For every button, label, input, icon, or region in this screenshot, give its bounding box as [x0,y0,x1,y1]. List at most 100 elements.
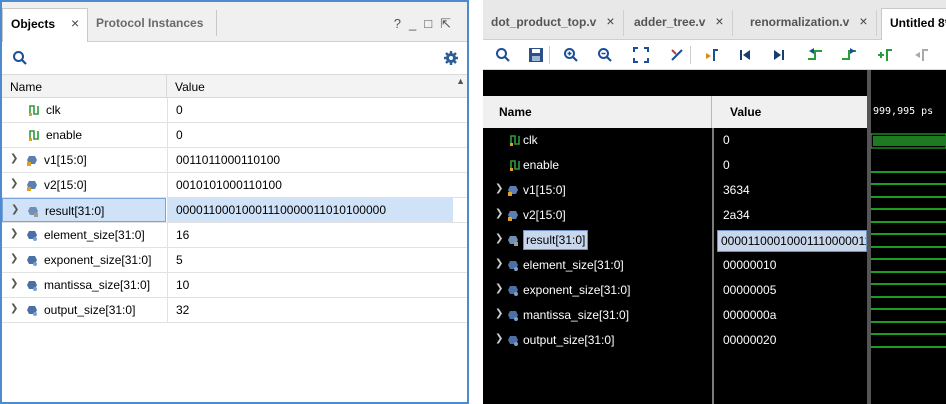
table-row[interactable]: ❯ v1[15:0] 0011011000110100 [2,148,467,173]
help-icon[interactable]: ? [394,16,409,31]
signal-name-cell[interactable]: ❯ exponent_size[31:0] [2,248,166,272]
table-row[interactable]: ❯ exponent_size[31:0] 5 [2,248,467,273]
chevron-right-icon[interactable]: ❯ [10,153,18,164]
column-header-name[interactable]: Name [499,105,532,119]
chevron-right-icon[interactable]: ❯ [495,308,503,319]
signal-value: 00000020 [723,333,777,347]
signal-name: v2[15:0] [44,178,87,192]
signal-name: element_size[31:0] [523,258,624,272]
waveform-row[interactable]: ❯ mantissa_size[31:0] 0000000a [483,303,867,328]
table-row[interactable]: ❯ v2[15:0] 0010101000110100 [2,173,467,198]
next-transition-icon[interactable] [839,45,859,65]
signal-value: 0010101000110100 [167,173,453,197]
column-header-value[interactable]: Value [730,105,761,119]
waveform-traces[interactable] [871,128,946,404]
maximize-icon[interactable]: □ [424,16,440,31]
signal-name-cell[interactable]: enable [2,123,166,147]
zoom-fit-icon[interactable] [631,45,651,65]
zoom-in-icon[interactable] [561,45,581,65]
waveform-row[interactable]: ❯ exponent_size[31:0] 00000005 [483,278,867,303]
panel-controls: ?_□⇱ [394,16,459,32]
signal-name-cell[interactable]: ❯ mantissa_size[31:0] [2,273,166,297]
waveform-row[interactable]: ❯ v2[15:0] 2a34 [483,203,867,228]
tab-dot-product-top[interactable]: dot_product_top.v × [483,10,624,36]
table-row[interactable]: ❯ output_size[31:0] 32 [2,298,467,323]
chevron-right-icon[interactable]: ❯ [495,208,503,219]
waveform-canvas[interactable]: Name Value 999,995 ps clk 0 enable 0 ❯ v1[15:… [483,70,946,404]
chevron-right-icon[interactable]: ❯ [495,333,503,344]
signal-value: 0000000a [723,308,777,322]
chevron-right-icon[interactable]: ❯ [11,204,19,215]
chevron-right-icon[interactable]: ❯ [10,303,18,314]
gear-icon[interactable] [441,48,461,68]
signal-name-cell[interactable]: ❯ element_size[31:0] [2,223,166,247]
go-to-end-icon[interactable] [769,45,789,65]
close-icon[interactable]: × [715,13,723,29]
table-row[interactable]: ❯ element_size[31:0] 16 [2,223,467,248]
close-icon[interactable]: × [859,13,867,29]
signal-name-cell[interactable]: ❯ v1[15:0] [2,148,166,172]
minimize-icon[interactable]: _ [409,16,424,31]
bus-signal-icon [507,184,519,196]
close-icon[interactable]: × [71,15,79,31]
chevron-right-icon[interactable]: ❯ [10,228,18,239]
bit-signal-icon [28,129,40,141]
tab-dot-product-top-label: dot_product_top.v [491,15,597,29]
save-icon[interactable] [526,45,546,65]
previous-marker-icon[interactable] [911,45,931,65]
tab-renormalization[interactable]: renormalization.v × [742,10,877,36]
column-header-value[interactable]: Value [175,80,205,94]
column-header-name[interactable]: Name [10,80,42,94]
add-marker-icon[interactable] [875,45,895,65]
search-icon[interactable] [10,48,30,68]
table-row[interactable]: ❯ mantissa_size[31:0] 10 [2,273,467,298]
chevron-right-icon[interactable]: ❯ [495,183,503,194]
tab-protocol-instances[interactable]: Protocol Instances [88,10,211,38]
tab-divider [216,10,217,36]
waveform-row[interactable]: enable 0 [483,153,867,178]
toolbar-separator [690,46,691,64]
scroll-up-icon[interactable]: ▲ [456,76,465,86]
column-divider[interactable] [166,75,167,97]
table-row[interactable]: ❯ result[31:0] 000011000100011100000110101… [2,198,467,223]
chevron-right-icon[interactable]: ❯ [10,178,18,189]
waveform-row[interactable]: ❯ v1[15:0] 3634 [483,178,867,203]
search-icon[interactable] [493,45,513,65]
waveform-row[interactable]: ❯ output_size[31:0] 00000020 [483,328,867,353]
clk-trace-fill [873,136,946,146]
chevron-right-icon[interactable]: ❯ [10,253,18,264]
tab-objects[interactable]: Objects × [2,8,89,42]
waveform-row[interactable]: ❯ element_size[31:0] 00000010 [483,253,867,278]
chevron-right-icon[interactable]: ❯ [495,258,503,269]
time-cursor-label: 999,995 ps [873,106,934,117]
tab-adder-tree[interactable]: adder_tree.v × [626,10,733,36]
objects-panel: Objects × Protocol Instances ?_□⇱ Name Va… [0,0,469,404]
waveform-row[interactable]: ❯ result[31:0] 000011000100011100000110101… [483,228,867,253]
go-to-start-icon[interactable] [735,45,755,65]
signal-name-cell[interactable]: clk [2,98,166,122]
cursor-to-zero-icon[interactable] [667,45,687,65]
signal-name-cell[interactable]: ❯ output_size[31:0] [2,298,166,322]
parameter-icon [26,254,38,266]
table-row[interactable]: clk 0 [2,98,467,123]
close-icon[interactable]: × [606,13,614,29]
signal-name: mantissa_size[31:0] [44,278,151,292]
float-icon[interactable]: ⇱ [440,16,459,31]
chevron-right-icon[interactable]: ❯ [495,283,503,294]
signal-name-cell[interactable]: ❯ v2[15:0] [2,173,166,197]
chevron-right-icon[interactable]: ❯ [10,278,18,289]
zoom-out-icon[interactable] [595,45,615,65]
tab-objects-label: Objects [11,17,56,31]
table-row[interactable]: enable 0 [2,123,467,148]
signal-name-cell[interactable]: ❯ result[31:0] [2,198,166,222]
signal-value: 16 [167,223,453,247]
tab-untitled-8-label: Untitled 8* [890,16,946,30]
signal-value: 0 [723,158,730,172]
signal-name: clk [523,133,538,147]
chevron-right-icon[interactable]: ❯ [495,233,503,244]
tab-untitled-8[interactable]: Untitled 8* [881,8,946,40]
waveform-row[interactable]: clk 0 [483,128,867,153]
previous-transition-icon[interactable] [805,45,825,65]
objects-tabbar: Objects × Protocol Instances ?_□⇱ [2,2,467,42]
marker-icon[interactable] [701,45,721,65]
